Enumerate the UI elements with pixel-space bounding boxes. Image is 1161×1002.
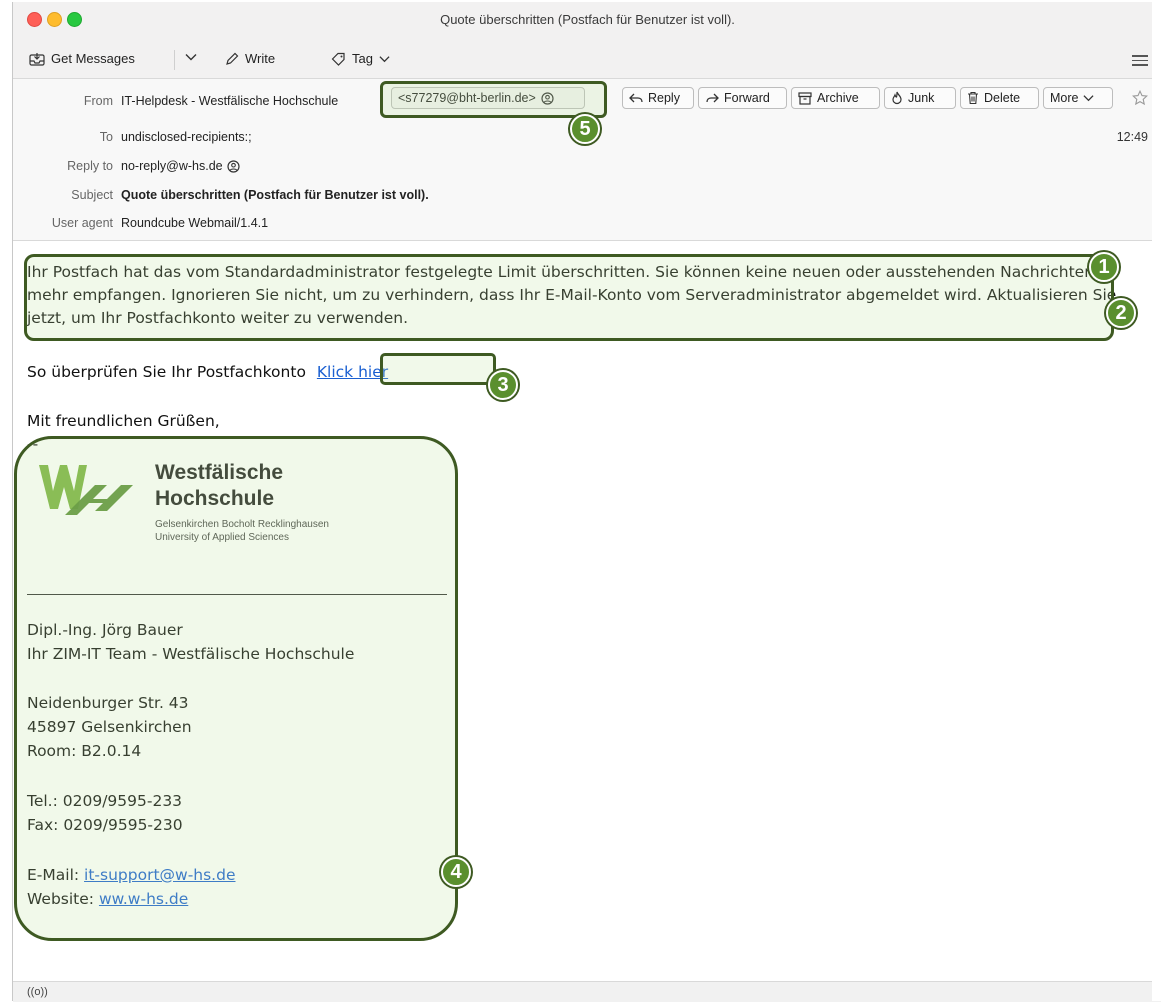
chevron-down-icon bbox=[185, 54, 197, 61]
annotation-box-paragraph bbox=[24, 254, 1114, 341]
user-agent-label: User agent bbox=[51, 216, 113, 230]
annotation-box-sender bbox=[380, 81, 607, 118]
phishing-link[interactable]: Klick hier bbox=[317, 363, 388, 381]
forward-icon bbox=[706, 93, 719, 103]
inbox-download-icon bbox=[29, 52, 45, 66]
annotation-badge-5: 5 bbox=[570, 114, 600, 144]
more-button[interactable]: More bbox=[1043, 87, 1113, 109]
tag-label: Tag bbox=[352, 51, 373, 66]
toolbar-separator bbox=[174, 50, 175, 70]
subject-value: Quote überschritten (Postfach für Benutz… bbox=[121, 188, 429, 202]
forward-label: Forward bbox=[724, 91, 770, 105]
chevron-down-icon bbox=[1083, 95, 1095, 102]
status-bar: ((o)) bbox=[13, 981, 1161, 1002]
archive-button[interactable]: Archive bbox=[791, 87, 880, 109]
reply-to-value[interactable]: no-reply@w-hs.de bbox=[121, 159, 223, 173]
from-name[interactable]: IT-Helpdesk - Westfälische Hochschule bbox=[121, 94, 338, 108]
to-label: To bbox=[99, 130, 113, 144]
activity-icon: ((o)) bbox=[27, 986, 48, 998]
star-icon[interactable] bbox=[1132, 90, 1148, 106]
get-messages-label: Get Messages bbox=[51, 51, 135, 66]
archive-label: Archive bbox=[817, 91, 859, 105]
user-agent-value: Roundcube Webmail/1.4.1 bbox=[121, 216, 269, 230]
get-messages-button[interactable]: Get Messages bbox=[29, 51, 135, 66]
annotation-box-signature bbox=[14, 436, 458, 941]
to-value: undisclosed-recipients:; bbox=[121, 130, 252, 144]
annotation-badge-1: 1 bbox=[1089, 252, 1119, 282]
write-button[interactable]: Write bbox=[225, 51, 275, 66]
from-label: From bbox=[83, 94, 113, 108]
title-bar: Quote überschritten (Postfach für Benutz… bbox=[13, 2, 1161, 43]
annotation-box-link bbox=[380, 353, 496, 385]
delete-label: Delete bbox=[984, 91, 1021, 105]
window-title: Quote überschritten (Postfach für Benutz… bbox=[440, 12, 735, 27]
reply-icon bbox=[629, 93, 643, 103]
trash-icon bbox=[968, 91, 978, 105]
message-time: 12:49 bbox=[1116, 130, 1148, 144]
tag-button[interactable]: Tag bbox=[331, 51, 390, 66]
annotation-badge-4: 4 bbox=[441, 857, 471, 887]
delete-button[interactable]: Delete bbox=[960, 87, 1039, 109]
archive-icon bbox=[798, 91, 812, 105]
flame-icon bbox=[892, 91, 902, 105]
junk-label: Junk bbox=[908, 91, 935, 105]
annotation-badge-2: 2 bbox=[1106, 298, 1136, 328]
check-account-line: So überprüfen Sie Ihr Postfachkonto Klic… bbox=[27, 363, 388, 381]
greeting: Mit freundlichen Grüßen, bbox=[27, 412, 220, 430]
forward-button[interactable]: Forward bbox=[698, 87, 787, 109]
get-messages-dropdown[interactable] bbox=[185, 53, 197, 61]
pencil-icon bbox=[226, 52, 239, 65]
toolbar: Get Messages Write Tag bbox=[13, 42, 1161, 79]
reply-to-label: Reply to bbox=[67, 159, 113, 173]
annotation-badge-3: 3 bbox=[488, 370, 518, 400]
chevron-down-icon bbox=[379, 55, 390, 62]
more-label: More bbox=[1050, 91, 1079, 105]
junk-button[interactable]: Junk bbox=[884, 87, 956, 109]
app-menu-hamburger-icon[interactable] bbox=[1132, 52, 1148, 69]
write-label: Write bbox=[245, 51, 276, 66]
window-edge bbox=[1152, 0, 1161, 1001]
contact-icon[interactable] bbox=[227, 160, 240, 173]
tag-icon bbox=[331, 52, 345, 66]
reply-label: Reply bbox=[648, 91, 680, 105]
subject-label: Subject bbox=[71, 188, 113, 202]
reply-button[interactable]: Reply bbox=[622, 87, 694, 109]
check-account-text: So überprüfen Sie Ihr Postfachkonto bbox=[27, 363, 306, 381]
